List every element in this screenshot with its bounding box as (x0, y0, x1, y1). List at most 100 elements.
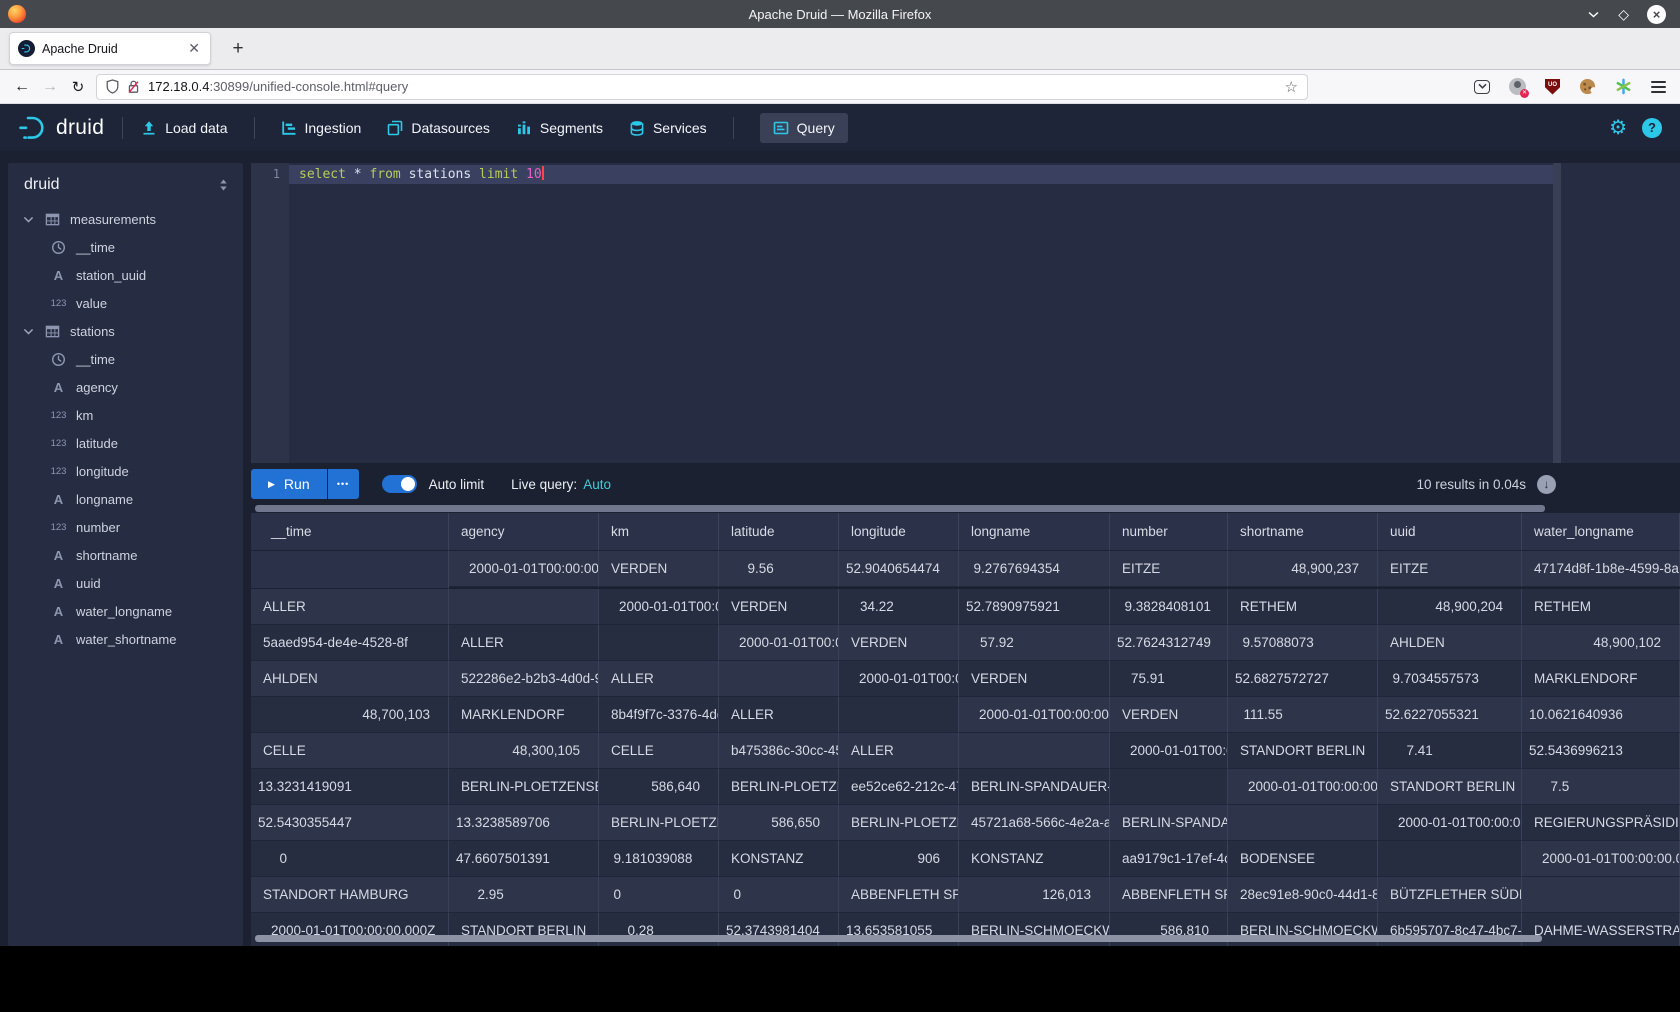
cell-water_longname[interactable]: ALLER (251, 589, 449, 625)
auto-limit-toggle[interactable] (382, 475, 417, 493)
cell-km[interactable]: 111.55 (1228, 697, 1378, 733)
cell-longname[interactable]: CELLE (251, 733, 449, 769)
shield-icon[interactable] (106, 79, 119, 94)
cell-longitude[interactable]: 9.3828408101 (1110, 589, 1228, 625)
help-icon[interactable]: ? (1642, 118, 1662, 138)
cell-uuid[interactable]: b475386c-30cc-453a-b3 (719, 733, 839, 769)
nav-item-services[interactable]: Services (629, 120, 707, 136)
cell-water_longname[interactable]: BÜTZFLETHER SÜDERE (1378, 877, 1522, 913)
cell-longitude[interactable]: 9.181039088 (599, 841, 719, 877)
cell-shortname[interactable]: AHLDEN (251, 661, 449, 697)
cell-longitude[interactable]: 9.2767694354 (959, 551, 1110, 587)
cell-km[interactable]: 75.91 (1110, 661, 1228, 697)
cell-agency[interactable]: STANDORT BERLIN (1378, 769, 1522, 805)
sidebar-column-shortname[interactable]: Ashortname (8, 541, 243, 569)
cell-longitude[interactable]: 10.0621640936 (1522, 697, 1680, 733)
cell-latitude[interactable]: 0 (599, 877, 719, 913)
query-editor[interactable]: 1 select * from stations limit 10 (251, 163, 1680, 463)
column-header-agency[interactable]: agency (449, 513, 599, 551)
new-tab-button[interactable]: + (225, 38, 251, 60)
sidebar-column-__time[interactable]: __time (8, 345, 243, 373)
cell-longname[interactable]: AHLDEN (1378, 625, 1522, 661)
sidebar-column-uuid[interactable]: Auuid (8, 569, 243, 597)
pocket-icon[interactable] (1474, 80, 1490, 94)
query-text[interactable]: select * from stations limit 10 (299, 165, 544, 184)
cell-__time[interactable]: 2000-01-01T00:00:00.000Z (1228, 769, 1378, 805)
url-bar[interactable]: 172.18.0.4:30899/unified-console.html#qu… (96, 74, 1308, 100)
forward-icon[interactable]: → (36, 78, 64, 96)
chevron-down-icon[interactable] (22, 325, 38, 338)
schema-selector[interactable]: druid (8, 175, 243, 195)
cookie-extension-icon[interactable] (1579, 78, 1596, 95)
chevron-down-icon[interactable] (22, 213, 38, 226)
cell-longname[interactable]: BERLIN-PLOETZENSEE C (449, 769, 599, 805)
nav-item-segments[interactable]: Segments (516, 120, 603, 136)
cell-water_longname[interactable]: BODENSEE (1228, 841, 1378, 877)
sidebar-table-measurements[interactable]: measurements (8, 205, 243, 233)
sidebar-column-value[interactable]: 123value (8, 289, 243, 317)
cell-uuid[interactable]: aa9179c1-17ef-4c61-a48 (1110, 841, 1228, 877)
cell-__time[interactable]: 2000-01-01T00:00:00.000Z (1378, 805, 1522, 841)
cell-shortname[interactable]: MARKLENDORF (449, 697, 599, 733)
cell-number[interactable]: 126,013 (959, 877, 1110, 913)
run-button[interactable]: ▶ Run (251, 469, 327, 499)
horizontal-scrollbar[interactable] (255, 935, 1542, 942)
cell-longname[interactable]: MARKLENDORF (1522, 661, 1680, 697)
cell-shortname[interactable]: BERLIN-PLOETZENSEE C (719, 769, 839, 805)
cell-latitude[interactable]: 52.5436996213 (1522, 733, 1680, 769)
ublock-icon[interactable]: UO (1545, 79, 1560, 95)
live-query-value[interactable]: Auto (583, 477, 611, 492)
cell-longname[interactable]: BERLIN-PLOETZENSEE U (599, 805, 719, 841)
cell-km[interactable]: 34.22 (839, 589, 959, 625)
cell-latitude[interactable]: 52.5430355447 (251, 805, 449, 841)
cell-latitude[interactable]: 52.6227055321 (1378, 697, 1522, 733)
cell-water_longname[interactable]: DAHME-WASSERSTRAS (1522, 913, 1680, 946)
cell-agency[interactable]: VERDEN (599, 551, 719, 587)
cell-longname[interactable]: ABBENFLETH SPERRWEI (839, 877, 959, 913)
cell-uuid[interactable]: 8b4f9f7c-3376-4dd8-95c (599, 697, 719, 733)
column-header-shortname[interactable]: shortname (1228, 513, 1378, 551)
tab-apache-druid[interactable]: Apache Druid ✕ (9, 32, 211, 65)
cell-water_longname[interactable]: ALLER (449, 625, 599, 661)
sidebar-column-agency[interactable]: Aagency (8, 373, 243, 401)
cell-shortname[interactable]: KONSTANZ (959, 841, 1110, 877)
cell-water_longname[interactable]: BERLIN-SPANDAUER-S (1110, 805, 1228, 841)
cell-agency[interactable]: REGIERUNGSPRÄSIDIUM (1522, 805, 1680, 841)
nav-item-datasources[interactable]: Datasources (387, 120, 490, 136)
column-header-latitude[interactable]: latitude (719, 513, 839, 551)
cell-shortname[interactable]: ABBENFLETH SPERRWEI (1110, 877, 1228, 913)
cell-uuid[interactable]: 28ec91e8-90c0-44d1-8f (1228, 877, 1378, 913)
cell-agency[interactable]: STANDORT HAMBURG (251, 877, 449, 913)
cell-latitude[interactable]: 52.6827572727 (1228, 661, 1378, 697)
profile-extension-icon[interactable] (1509, 78, 1526, 95)
pane-splitter[interactable] (251, 505, 1680, 513)
sidebar-column-km[interactable]: 123km (8, 401, 243, 429)
cell-number[interactable]: 48,300,105 (449, 733, 599, 769)
cell-shortname[interactable]: BERLIN-PLOETZENSEE U (839, 805, 959, 841)
cell-water_longname[interactable]: BERLIN-SPANDAUER-S (959, 769, 1110, 805)
close-icon[interactable]: × (1647, 5, 1666, 24)
cell-latitude[interactable]: 47.6607501391 (449, 841, 599, 877)
sidebar-column-water_shortname[interactable]: Awater_shortname (8, 625, 243, 653)
reload-icon[interactable]: ↻ (64, 78, 92, 96)
cell-__time[interactable]: 2000-01-01T00:00:00.000Z (599, 589, 719, 625)
cell-agency[interactable]: STANDORT BERLIN (1228, 733, 1378, 769)
cell-latitude[interactable]: 52.7890975921 (959, 589, 1110, 625)
cell-__time[interactable]: 2000-01-01T00:00:00.000Z (1522, 841, 1680, 877)
cell-km[interactable]: 7.41 (1378, 733, 1522, 769)
lock-disabled-icon[interactable] (127, 79, 140, 94)
cell-number[interactable]: 48,900,102 (1522, 625, 1680, 661)
maximize-icon[interactable]: ◇ (1618, 6, 1629, 23)
cell-number[interactable]: 48,700,103 (251, 697, 449, 733)
cell-agency[interactable]: VERDEN (719, 589, 839, 625)
cell-number[interactable]: 48,900,237 (1228, 551, 1378, 587)
cell-water_longname[interactable]: ALLER (719, 697, 839, 733)
sidebar-column-longname[interactable]: Alongname (8, 485, 243, 513)
cell-shortname[interactable]: RETHEM (1522, 589, 1680, 625)
tab-close-icon[interactable]: ✕ (186, 40, 202, 57)
sidebar-column-__time[interactable]: __time (8, 233, 243, 261)
cell-uuid[interactable]: 5aaed954-de4e-4528-8f (251, 625, 449, 661)
cell-__time[interactable]: 2000-01-01T00:00:00.000Z (449, 551, 599, 587)
run-more-button[interactable]: ••• (328, 469, 359, 499)
sidebar-column-number[interactable]: 123number (8, 513, 243, 541)
